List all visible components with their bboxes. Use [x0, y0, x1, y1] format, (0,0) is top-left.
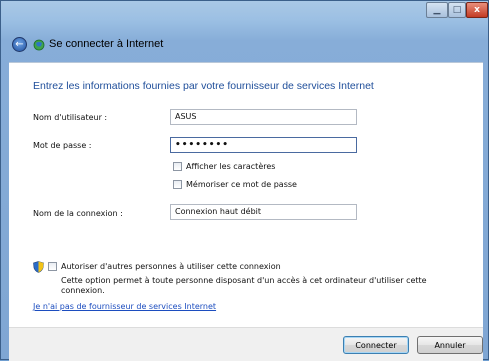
allow-others-label[interactable]: Autoriser d'autres personnes à utiliser …: [61, 262, 281, 271]
username-field[interactable]: ASUS: [170, 109, 357, 125]
window-title: Se connecter à Internet: [49, 38, 164, 50]
network-globe-icon: [33, 39, 45, 51]
maximize-button[interactable]: □: [448, 2, 466, 18]
cancel-button[interactable]: Annuler: [417, 336, 483, 354]
form-heading: Entrez les informations fournies par vot…: [33, 80, 374, 92]
password-label: Mot de passe :: [33, 141, 92, 150]
show-characters-checkbox[interactable]: [173, 162, 182, 171]
allow-others-checkbox[interactable]: [48, 262, 57, 271]
button-footer: [9, 327, 483, 361]
uac-shield-icon: [33, 261, 44, 273]
title-bar[interactable]: ▁ □ x: [1, 1, 488, 25]
connect-button[interactable]: Connecter: [343, 336, 409, 354]
connection-name-label: Nom de la connexion :: [33, 209, 123, 218]
connection-name-field[interactable]: Connexion haut débit: [170, 204, 357, 220]
remember-password-checkbox[interactable]: [173, 180, 182, 189]
allow-others-description: Cette option permet à toute personne dis…: [61, 276, 427, 295]
password-field[interactable]: ••••••••: [170, 137, 357, 153]
minimize-button[interactable]: ▁: [426, 2, 448, 18]
show-characters-label[interactable]: Afficher les caractères: [186, 162, 275, 171]
remember-password-label[interactable]: Mémoriser ce mot de passe: [186, 180, 297, 189]
back-arrow-icon[interactable]: ←: [12, 37, 27, 52]
username-label: Nom d'utilisateur :: [33, 113, 108, 122]
no-isp-link[interactable]: Je n'ai pas de fournisseur de services I…: [33, 302, 216, 311]
close-button[interactable]: x: [466, 2, 488, 18]
